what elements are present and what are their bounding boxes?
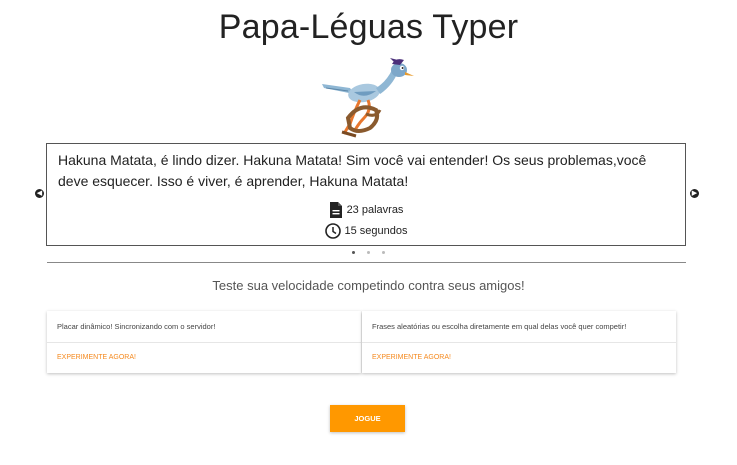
carousel-next-button[interactable]: ▶ — [690, 189, 699, 198]
feature-card-scoreboard: Placar dinâmico! Sincronizando com o ser… — [47, 311, 361, 373]
chevron-right-icon: ▶ — [691, 190, 698, 197]
quote-card[interactable]: Hakuna Matata, é lindo dizer. Hakuna Mat… — [46, 143, 686, 246]
document-icon — [329, 202, 342, 218]
card-divider — [47, 342, 361, 343]
play-button[interactable]: Jogue — [330, 405, 405, 432]
time-estimate: 15 segundos — [47, 223, 685, 239]
word-count-label: 23 palavras — [346, 204, 404, 216]
carousel-indicators — [0, 251, 737, 254]
card-text: Frases aleatórias ou escolha diretamente… — [372, 322, 627, 331]
page-title: Papa-Léguas Typer — [218, 8, 519, 46]
card-divider — [362, 342, 676, 343]
divider — [47, 262, 686, 263]
card-text: Placar dinâmico! Sincronizando com o ser… — [57, 322, 216, 331]
carousel-prev-button[interactable]: ◀ — [35, 189, 44, 198]
try-now-link[interactable]: Experimente agora! — [372, 354, 451, 361]
chevron-left-icon: ◀ — [36, 190, 43, 197]
tagline: Teste sua velocidade competindo contra s… — [212, 278, 525, 293]
roadrunner-logo — [322, 58, 414, 138]
time-label: 15 segundos — [344, 225, 408, 237]
quote-text: Hakuna Matata, é lindo dizer. Hakuna Mat… — [58, 152, 647, 189]
feature-card-phrases: Frases aleatórias ou escolha diretamente… — [362, 311, 676, 373]
carousel-dot-2[interactable] — [367, 251, 370, 254]
clock-icon — [324, 223, 341, 239]
carousel-dot-1[interactable] — [352, 251, 355, 254]
try-now-link[interactable]: Experimente agora! — [57, 354, 136, 361]
carousel-dot-3[interactable] — [382, 251, 385, 254]
word-count: 23 palavras — [47, 202, 685, 218]
